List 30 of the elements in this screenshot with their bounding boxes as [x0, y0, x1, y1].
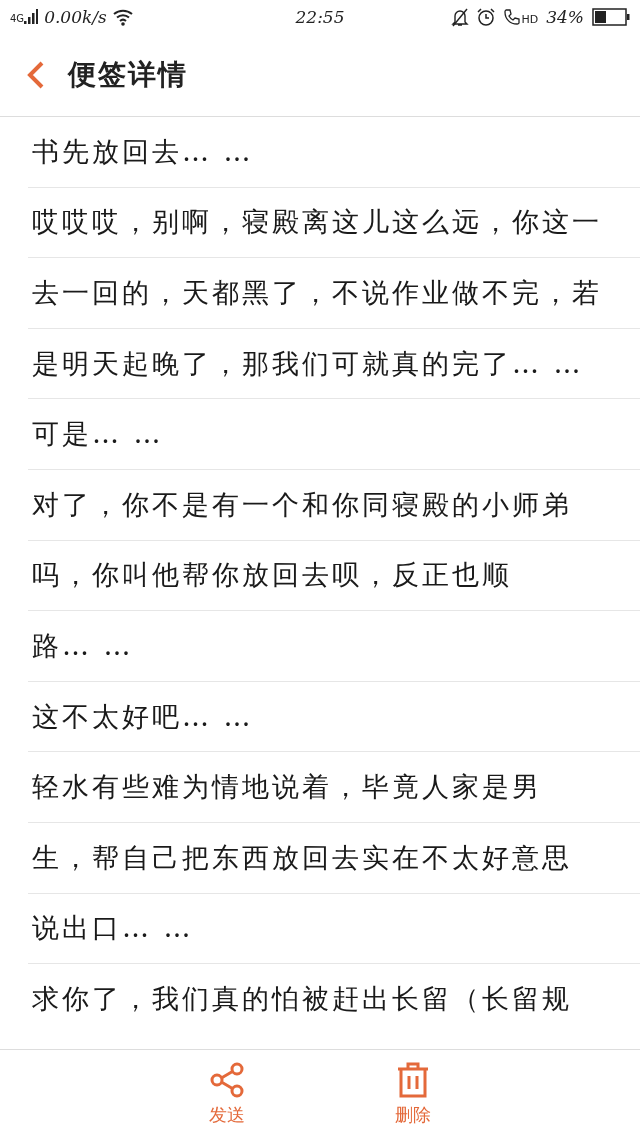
page-title: 便签详情 — [68, 57, 188, 93]
note-text-line: 去一回的，天都黑了，不说作业做不完，若 — [31, 276, 602, 310]
muted-bell-icon — [451, 7, 470, 27]
note-text-line: 是明天起晚了，那我们可就真的完了… … — [31, 346, 584, 381]
trash-icon — [396, 1061, 430, 1099]
note-text-line: 生，帮自己把东西放回去实在不太好意思 — [31, 840, 572, 875]
note-text-line: 说出口… … — [31, 911, 194, 946]
signal-icon — [24, 9, 39, 25]
share-icon — [208, 1061, 246, 1099]
note-text-line: 可是… … — [31, 417, 164, 452]
note-text-line: 路… … — [31, 628, 134, 663]
network-type: 4G — [10, 13, 25, 24]
note-text-line: 哎哎哎，别啊，寝殿离这儿这么远，你这一 — [31, 205, 602, 240]
network-speed: 0.00k/s — [44, 7, 107, 27]
battery-icon — [592, 8, 630, 26]
hd-call-label: HD — [521, 13, 539, 26]
clock-time: 22:55 — [295, 7, 345, 27]
note-text-line: 书先放回去… … — [31, 134, 254, 169]
note-text-line: 轻水有些难为情地说着，毕竟人家是男 — [31, 770, 542, 805]
note-text-line: 吗，你叫他帮你放回去呗，反正也顺 — [31, 558, 512, 593]
send-button[interactable]: 发送 — [189, 1061, 265, 1127]
back-button[interactable] — [26, 60, 46, 90]
delete-button[interactable]: 删除 — [375, 1061, 451, 1127]
phone-icon — [503, 8, 522, 26]
alarm-clock-icon — [477, 8, 496, 26]
battery-percent: 34% — [546, 7, 584, 27]
note-text-line: 对了，你不是有一个和你同寝殿的小师弟 — [31, 487, 572, 522]
note-text-line: 这不太好吧… … — [31, 699, 254, 734]
wifi-icon — [112, 8, 135, 26]
note-text-line: 求你了，我们真的怕被赶出长留（长留规 — [31, 982, 572, 1017]
